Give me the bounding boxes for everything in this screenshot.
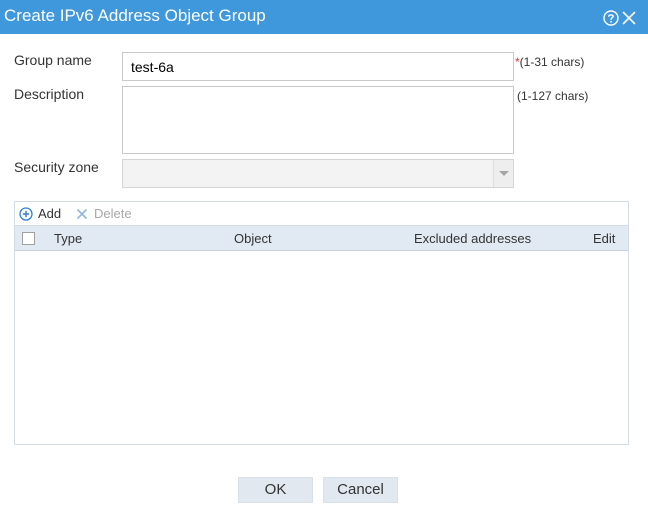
close-icon[interactable] [622,11,636,25]
grid-toolbar: Add Delete [15,202,628,225]
x-icon [76,208,88,220]
security-zone-select[interactable] [122,159,514,188]
column-object[interactable]: Object [234,231,272,246]
column-type[interactable]: Type [54,231,82,246]
address-object-grid: Add Delete Type Object Excluded addresse… [14,201,629,445]
dialog-title: Create IPv6 Address Object Group [4,6,266,25]
security-zone-label: Security zone [14,159,99,175]
description-label: Description [14,86,85,102]
group-name-length-hint: (1-31 chars) [519,55,585,69]
table-body [15,251,628,444]
security-zone-dropdown-button[interactable] [493,160,513,187]
description-length-hint: (1-127 chars) [517,89,589,103]
column-excluded-addresses[interactable]: Excluded addresses [414,231,531,246]
delete-label: Delete [94,206,132,221]
dialog-title-bar: Create IPv6 Address Object Group [0,0,648,34]
select-all-checkbox[interactable] [22,232,35,245]
column-edit[interactable]: Edit [593,231,615,246]
help-icon[interactable] [603,10,619,26]
chevron-down-icon [499,171,509,176]
table-header: Type Object Excluded addresses Edit [15,225,628,251]
ok-button[interactable]: OK [238,477,313,503]
cancel-button[interactable]: Cancel [323,477,398,503]
group-name-input[interactable] [122,52,514,81]
add-label: Add [38,206,62,221]
group-name-label: Group name [14,52,92,68]
plus-circle-icon [19,207,33,221]
group-name-hint: *(1-31 chars) [515,55,584,69]
description-textarea[interactable] [122,86,514,154]
